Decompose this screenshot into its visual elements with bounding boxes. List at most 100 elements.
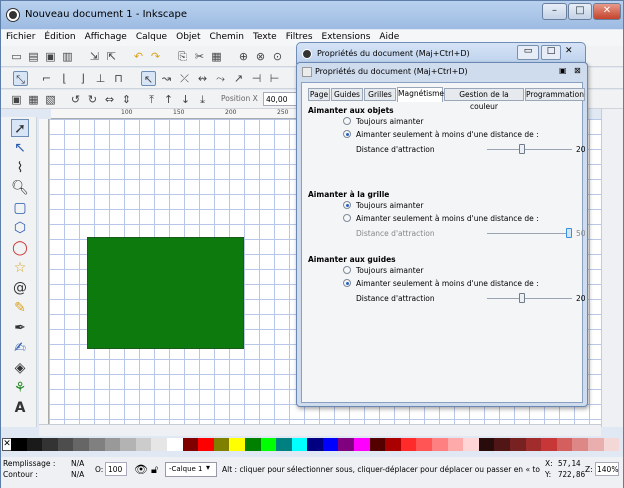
menu-texte[interactable]: Texte — [248, 30, 281, 42]
tweak-tool-icon[interactable]: ⌇ — [11, 159, 29, 177]
tab-magnetisme[interactable]: Magnétisme — [397, 87, 444, 102]
palette-swatch[interactable] — [307, 438, 323, 451]
snap-bbox-icon[interactable]: ⌐ — [39, 71, 54, 86]
close-button[interactable]: ✕ — [593, 3, 621, 20]
tab-gestion-couleur[interactable]: Gestion de la couleur — [444, 88, 524, 111]
dialog-close-icon[interactable]: ⊠ — [574, 66, 581, 75]
palette-swatch[interactable] — [447, 438, 464, 451]
palette-swatch[interactable] — [525, 438, 542, 451]
menu-aide[interactable]: Aide — [374, 30, 403, 42]
back-maximize-button[interactable]: □ — [541, 45, 561, 60]
palette-swatch[interactable] — [57, 438, 74, 451]
distance-slider[interactable] — [487, 144, 572, 154]
palette-swatch[interactable] — [494, 438, 510, 451]
menu-edition[interactable]: Édition — [39, 30, 79, 42]
snap-grid-icon[interactable]: ⊢ — [267, 71, 282, 86]
distance-slider[interactable] — [487, 228, 572, 238]
palette-swatch[interactable] — [120, 438, 136, 451]
radio-snap-within-distance[interactable] — [343, 279, 351, 287]
palette-swatch[interactable] — [291, 438, 308, 451]
palette-swatch[interactable] — [400, 438, 417, 451]
snap-intersection-icon[interactable]: ⤫ — [177, 71, 192, 86]
back-close-icon[interactable]: ✕ — [565, 46, 573, 56]
lock-icon[interactable]: 🔓︎ — [151, 463, 158, 477]
snap-smooth-icon[interactable]: ↭ — [195, 71, 210, 86]
radio-always-snap[interactable] — [343, 266, 351, 274]
vertical-scrollbar[interactable] — [601, 109, 623, 427]
pen-tool-icon[interactable]: ✒ — [11, 319, 29, 337]
palette-swatch[interactable] — [213, 438, 230, 451]
palette-swatch[interactable] — [88, 438, 105, 451]
raise-top-icon[interactable]: ⤒ — [144, 92, 159, 107]
snap-path-icon[interactable]: ↝ — [159, 71, 174, 86]
horizontal-scrollbar[interactable] — [39, 424, 601, 436]
palette-swatch[interactable] — [369, 438, 386, 451]
tab-page[interactable]: Page — [308, 88, 330, 101]
3d-box-tool-icon[interactable]: ⬡ — [11, 219, 29, 237]
snap-midpoint-icon[interactable]: ⊥ — [93, 71, 108, 86]
palette-swatch[interactable] — [463, 438, 479, 451]
tab-grilles[interactable]: Grilles — [364, 88, 396, 101]
raise-icon[interactable]: ↑ — [161, 92, 176, 107]
menu-affichage[interactable]: Affichage — [80, 30, 131, 42]
palette-swatch[interactable] — [338, 438, 355, 451]
text-tool-icon[interactable]: A — [11, 399, 29, 417]
new-document-icon[interactable]: ▭ — [9, 49, 24, 64]
tab-programmation[interactable]: Programmation — [525, 88, 585, 101]
palette-swatch[interactable] — [478, 438, 495, 451]
palette-swatch[interactable] — [104, 438, 121, 451]
visibility-icon[interactable]: 👁︎ — [134, 463, 148, 476]
palette-swatch[interactable] — [42, 438, 58, 451]
palette-swatch[interactable] — [572, 438, 588, 451]
palette-swatch[interactable] — [416, 438, 433, 451]
slider-thumb[interactable] — [518, 293, 525, 303]
menu-filtres[interactable]: Filtres — [281, 30, 317, 42]
palette-swatch[interactable] — [151, 438, 167, 451]
palette-swatch[interactable] — [432, 438, 448, 451]
radio-snap-within-distance[interactable] — [343, 130, 351, 138]
snap-toggle-icon[interactable]: ⤡ — [13, 71, 28, 86]
palette-swatch[interactable] — [510, 438, 526, 451]
select-all-icon[interactable]: ▣ — [9, 92, 24, 107]
position-x-input[interactable]: 40,00 — [263, 92, 297, 106]
palette-swatch[interactable] — [603, 438, 620, 451]
tab-guides[interactable]: Guides — [331, 88, 363, 101]
select-all-layers-icon[interactable]: ▦ — [26, 92, 41, 107]
menu-fichier[interactable]: Fichier — [1, 30, 39, 42]
undo-icon[interactable]: ↶ — [131, 49, 146, 64]
bucket-tool-icon[interactable]: ◈ — [11, 359, 29, 377]
zoom-tool-icon[interactable]: 🔍︎ — [11, 179, 29, 197]
maximize-button[interactable]: □ — [568, 3, 592, 20]
print-icon[interactable]: ▥ — [60, 49, 75, 64]
menu-chemin[interactable]: Chemin — [204, 30, 248, 42]
palette-swatch[interactable] — [182, 438, 199, 451]
snap-rotation-icon[interactable]: ↗ — [231, 71, 246, 86]
flip-horizontal-icon[interactable]: ⇔ — [102, 92, 117, 107]
deselect-icon[interactable]: ▧ — [43, 92, 58, 107]
snap-edge-icon[interactable]: ⌊ — [57, 71, 72, 86]
snap-cusp-icon[interactable]: ⤳ — [213, 71, 228, 86]
palette-swatch[interactable] — [354, 438, 370, 451]
rotate-cw-icon[interactable]: ↻ — [85, 92, 100, 107]
snap-page-icon[interactable]: ⊣ — [249, 71, 264, 86]
zoom-drawing-icon[interactable]: ⊗ — [253, 49, 268, 64]
lower-icon[interactable]: ↓ — [178, 92, 193, 107]
spray-tool-icon[interactable]: ⚘ — [11, 379, 29, 397]
dialog-pin-icon[interactable]: ▣ — [559, 66, 567, 75]
menu-extensions[interactable]: Extensions — [317, 30, 375, 42]
lower-bottom-icon[interactable]: ⤓ — [195, 92, 210, 107]
palette-swatch[interactable] — [11, 438, 27, 451]
star-tool-icon[interactable]: ☆ — [11, 259, 29, 277]
palette-swatch[interactable] — [135, 438, 152, 451]
node-tool-icon[interactable]: ↖ — [11, 139, 29, 157]
radio-snap-within-distance[interactable] — [343, 214, 351, 222]
palette-swatch[interactable] — [244, 438, 261, 451]
snap-nodes-icon[interactable]: ↖ — [141, 71, 156, 86]
snap-center-icon[interactable]: ⊓ — [111, 71, 126, 86]
copy-icon[interactable]: ⎘ — [175, 49, 190, 64]
snap-corner-icon[interactable]: ⌋ — [75, 71, 90, 86]
palette-swatch[interactable] — [229, 438, 245, 451]
rectangle-tool-icon[interactable]: ▢ — [11, 199, 29, 217]
zoom-input[interactable]: 140% — [595, 462, 619, 476]
selector-tool-icon[interactable]: ➚ — [11, 119, 29, 137]
